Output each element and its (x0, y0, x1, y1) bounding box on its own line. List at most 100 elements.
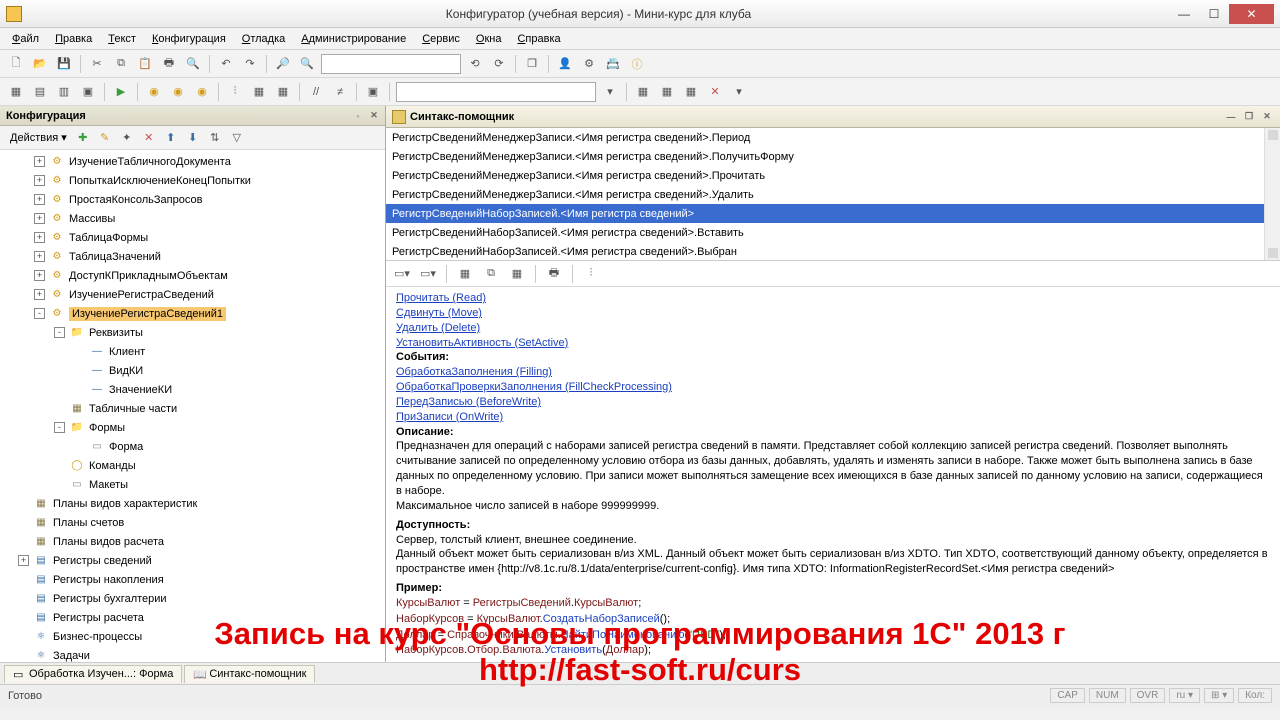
tree-item[interactable]: +⚙ПопыткаИсключениеКонецПопытки (0, 171, 385, 190)
print-icon[interactable]: 🖶 (159, 54, 179, 74)
tree-item[interactable]: +⚙ТаблицаЗначений (0, 247, 385, 266)
nav-item[interactable]: РегистрСведенийМенеджерЗаписи.<Имя регис… (386, 147, 1280, 166)
globe2-icon[interactable]: ◉ (168, 82, 188, 102)
refresh-icon[interactable]: ⟲ (465, 54, 485, 74)
find-icon[interactable]: 🔎 (273, 54, 293, 74)
down-icon[interactable]: ⬇ (183, 128, 203, 148)
actions-menu[interactable]: Действия ▾ (6, 129, 71, 146)
pin-icon[interactable]: ◦ (351, 109, 365, 123)
tree-item[interactable]: ▦Табличные части (0, 399, 385, 418)
nav-item[interactable]: РегистрСведенийНаборЗаписей.<Имя регистр… (386, 242, 1280, 261)
method-link[interactable]: Сдвинуть (Move) (396, 307, 482, 319)
windows-icon[interactable]: ❐ (522, 54, 542, 74)
syntax-nav-list[interactable]: РегистрСведенийМенеджерЗаписи.<Имя регис… (386, 128, 1280, 261)
goto-icon[interactable]: ⟳ (489, 54, 509, 74)
tree-item[interactable]: +⚙ТаблицаФормы (0, 228, 385, 247)
prev-icon[interactable]: ‹ (406, 661, 410, 662)
tree-item[interactable]: +⚙ИзучениеРегистраСведений (0, 285, 385, 304)
close-red-icon[interactable]: ✕ (705, 82, 725, 102)
menu-файл[interactable]: Файл (8, 31, 43, 47)
tb2-icon-1[interactable]: ▦ (6, 82, 26, 102)
tree-item[interactable]: ▦Планы видов расчета (0, 532, 385, 551)
method-link[interactable]: Прочитать (Read) (396, 292, 486, 304)
next-icon[interactable]: › (1256, 661, 1260, 662)
up-icon[interactable]: ⬆ (161, 128, 181, 148)
maximize-button[interactable]: ☐ (1199, 4, 1229, 24)
search-icon[interactable]: 🔍 (297, 54, 317, 74)
help-body[interactable]: Прочитать (Read) Сдвинуть (Move) Удалить (… (386, 287, 1280, 662)
redo-icon[interactable]: ↷ (240, 54, 260, 74)
tb2-icon-7[interactable]: ▦ (633, 82, 653, 102)
tree-item[interactable]: -⚙ИзучениеРегистраСведений1 (0, 304, 385, 323)
config-tree[interactable]: +⚙ИзучениеТабличногоДокумента+⚙ПопыткаИс… (0, 150, 385, 662)
event-link[interactable]: ОбработкаПроверкиЗаполнения (FillCheckPr… (396, 381, 672, 393)
group-icon[interactable]: ▣ (363, 82, 383, 102)
tree-item[interactable]: ▦Планы видов характеристик (0, 494, 385, 513)
run-icon[interactable]: ▶ (111, 82, 131, 102)
tree-item[interactable]: ▭Форма (0, 437, 385, 456)
save-icon[interactable]: 💾 (54, 54, 74, 74)
tree-item[interactable]: ▤Регистры бухгалтерии (0, 589, 385, 608)
ht-icon-1[interactable]: ▭▾ (392, 264, 412, 284)
sort-icon[interactable]: ⇅ (205, 128, 225, 148)
comment-icon[interactable]: // (306, 82, 326, 102)
tree-item[interactable]: +⚙Массивы (0, 209, 385, 228)
edit-icon[interactable]: ✎ (95, 128, 115, 148)
config-icon[interactable]: ⚙ (579, 54, 599, 74)
proc-combo[interactable] (396, 82, 596, 102)
tab[interactable]: ▭Обработка Изучен...: Форма (4, 665, 182, 683)
paste-icon[interactable]: 📋 (135, 54, 155, 74)
menu-текст[interactable]: Текст (104, 31, 140, 47)
preview-icon[interactable]: 🔍 (183, 54, 203, 74)
wand-icon[interactable]: ✦ (117, 128, 137, 148)
tb2-icon-5[interactable]: ▦ (249, 82, 269, 102)
tree-item[interactable]: -📁Формы (0, 418, 385, 437)
tree-item[interactable]: ▦Планы счетов (0, 513, 385, 532)
tree-item[interactable]: +▤Регистры сведений (0, 551, 385, 570)
tb2-icon-4[interactable]: ▣ (78, 82, 98, 102)
ht-nav-icon[interactable]: ▦ (455, 264, 475, 284)
tree-item[interactable]: —Клиент (0, 342, 385, 361)
tree-item[interactable]: +⚙ИзучениеТабличногоДокумента (0, 152, 385, 171)
menu-администрирование[interactable]: Администрирование (297, 31, 410, 47)
tb2-icon-9[interactable]: ▦ (681, 82, 701, 102)
tree-item[interactable]: ⚛Бизнес-процессы (0, 627, 385, 646)
tree-item[interactable]: +⚙ДоступКПрикладнымОбъектам (0, 266, 385, 285)
nav-item[interactable]: РегистрСведенийМенеджерЗаписи.<Имя регис… (386, 128, 1280, 147)
close-button[interactable]: ✕ (1229, 4, 1274, 24)
dropdown2-icon[interactable]: ▾ (729, 82, 749, 102)
event-link[interactable]: ПриЗаписи (OnWrite) (396, 411, 503, 423)
tb2-icon-6[interactable]: ▦ (273, 82, 293, 102)
menu-отладка[interactable]: Отладка (238, 31, 290, 47)
ht-more-icon[interactable]: ⫶ (581, 264, 601, 284)
ht-print-icon[interactable]: 🖶 (544, 264, 564, 284)
nav-item[interactable]: РегистрСведенийНаборЗаписей.<Имя регистр… (386, 204, 1280, 223)
help-icon[interactable]: ⓘ (627, 54, 647, 74)
tab[interactable]: 📖Синтакс-помощник (184, 665, 315, 683)
debug-icon[interactable]: 👤 (555, 54, 575, 74)
tree-item[interactable]: ▭Макеты (0, 475, 385, 494)
menu-сервис[interactable]: Сервис (418, 31, 464, 47)
undo-icon[interactable]: ↶ (216, 54, 236, 74)
tb2-icon-3[interactable]: ▥ (54, 82, 74, 102)
nav-item[interactable]: РегистрСведенийМенеджерЗаписи.<Имя регис… (386, 185, 1280, 204)
cut-icon[interactable]: ✂ (87, 54, 107, 74)
tree-item[interactable]: —ВидКИ (0, 361, 385, 380)
tree-item[interactable]: -📁Реквизиты (0, 323, 385, 342)
tree-item[interactable]: ▤Регистры расчета (0, 608, 385, 627)
ht-copy-icon[interactable]: ⧉ (481, 264, 501, 284)
uncomment-icon[interactable]: ≠ (330, 82, 350, 102)
tree-item[interactable]: ◯Команды (0, 456, 385, 475)
dropdown-icon[interactable]: ▾ (600, 82, 620, 102)
globe1-icon[interactable]: ◉ (144, 82, 164, 102)
tree-item[interactable]: ▤Регистры накопления (0, 570, 385, 589)
scrollbar[interactable] (1264, 128, 1280, 260)
tb2-icon-2[interactable]: ▤ (30, 82, 50, 102)
globe3-icon[interactable]: ◉ (192, 82, 212, 102)
event-link[interactable]: ПередЗаписью (BeforeWrite) (396, 396, 541, 408)
new-icon[interactable]: 🗋 (6, 54, 26, 74)
delete-icon[interactable]: ✕ (139, 128, 159, 148)
method-link[interactable]: Удалить (Delete) (396, 322, 480, 334)
filter-icon[interactable]: ▽ (227, 128, 247, 148)
menu-конфигурация[interactable]: Конфигурация (148, 31, 230, 47)
